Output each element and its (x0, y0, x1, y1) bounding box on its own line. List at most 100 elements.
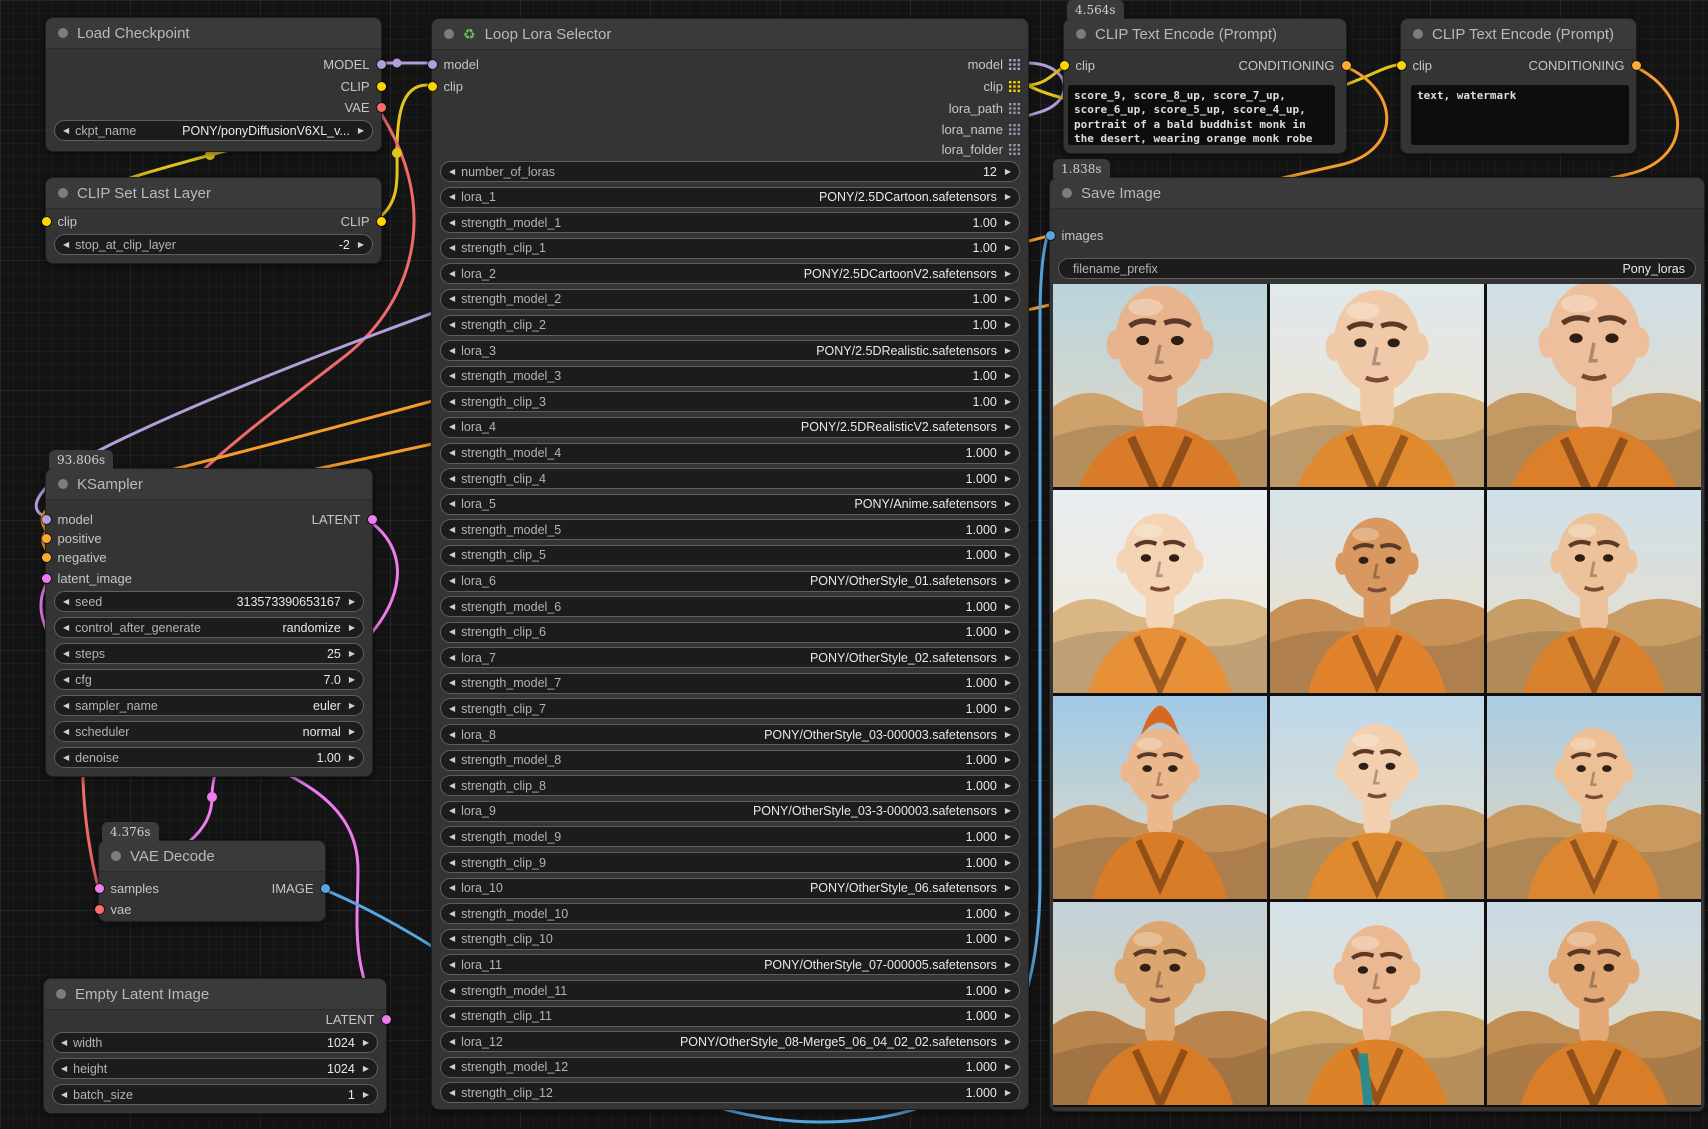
decrement-arrow-icon[interactable]: ◀ (449, 551, 455, 559)
node-vae-decode[interactable]: 4.376s VAE Decode samples vae IMAGE (98, 840, 326, 922)
widget-strength_clip_6[interactable]: ◀strength_clip_61.000▶ (440, 622, 1020, 643)
node-load-checkpoint[interactable]: Load Checkpoint MODEL CLIP VAE ◀ckpt_nam… (45, 17, 382, 152)
increment-arrow-icon[interactable]: ▶ (1005, 833, 1011, 841)
widget-lora_9[interactable]: ◀lora_9PONY/OtherStyle_03-3-000003.safet… (440, 801, 1020, 822)
collapse-dot-icon[interactable] (58, 479, 68, 489)
node-title-bar[interactable]: VAE Decode (99, 841, 325, 872)
decrement-arrow-icon[interactable]: ◀ (449, 1038, 455, 1046)
slot-dot-image[interactable] (1046, 231, 1055, 240)
decrement-arrow-icon[interactable]: ◀ (61, 1039, 67, 1047)
widget-strength_clip_2[interactable]: ◀strength_clip_21.00▶ (440, 315, 1020, 336)
slot-dot-clip[interactable] (42, 217, 51, 226)
increment-arrow-icon[interactable]: ▶ (1005, 551, 1011, 559)
input-slot-clip[interactable]: clip (1401, 56, 1432, 74)
node-ksampler[interactable]: 93.806s KSampler model positive negative… (45, 468, 373, 777)
decrement-arrow-icon[interactable]: ◀ (449, 935, 455, 943)
widget-strength_model_1[interactable]: ◀strength_model_11.00▶ (440, 212, 1020, 233)
output-slot-vae[interactable]: VAE (344, 98, 381, 116)
widget-number_of_loras[interactable]: ◀number_of_loras12▶ (440, 161, 1020, 182)
preview-image[interactable] (1270, 902, 1484, 1105)
node-empty-latent-image[interactable]: Empty Latent Image LATENT ◀width1024▶◀he… (43, 978, 387, 1114)
decrement-arrow-icon[interactable]: ◀ (449, 1012, 455, 1020)
widget-lora_3[interactable]: ◀lora_3PONY/2.5DRealistic.safetensors▶ (440, 340, 1020, 361)
slot-dot-model[interactable] (42, 515, 51, 524)
increment-arrow-icon[interactable]: ▶ (1005, 731, 1011, 739)
widget-ckpt_name[interactable]: ◀ckpt_namePONY/ponyDiffusionV6XL_v...▶ (54, 120, 373, 141)
widget-steps[interactable]: ◀steps25▶ (54, 643, 364, 664)
slot-dot-latent[interactable] (368, 515, 377, 524)
preview-image[interactable] (1270, 696, 1484, 899)
widget-height[interactable]: ◀height1024▶ (52, 1058, 378, 1079)
increment-arrow-icon[interactable]: ▶ (1005, 705, 1011, 713)
widget-width[interactable]: ◀width1024▶ (52, 1032, 378, 1053)
increment-arrow-icon[interactable]: ▶ (1005, 910, 1011, 918)
node-title-bar[interactable]: CLIP Text Encode (Prompt) (1064, 19, 1346, 50)
decrement-arrow-icon[interactable]: ◀ (449, 321, 455, 329)
slot-dot-model[interactable] (428, 60, 437, 69)
widget-strength_model_9[interactable]: ◀strength_model_91.000▶ (440, 826, 1020, 847)
node-title-bar[interactable]: ♻ Loop Lora Selector (432, 19, 1028, 50)
decrement-arrow-icon[interactable]: ◀ (449, 628, 455, 636)
decrement-arrow-icon[interactable]: ◀ (449, 859, 455, 867)
decrement-arrow-icon[interactable]: ◀ (449, 372, 455, 380)
increment-arrow-icon[interactable]: ▶ (1005, 654, 1011, 662)
widget-denoise[interactable]: ◀denoise1.00▶ (54, 747, 364, 768)
increment-arrow-icon[interactable]: ▶ (358, 241, 364, 249)
decrement-arrow-icon[interactable]: ◀ (449, 1089, 455, 1097)
decrement-arrow-icon[interactable]: ◀ (449, 398, 455, 406)
widget-sampler_name[interactable]: ◀sampler_nameeuler▶ (54, 695, 364, 716)
widget-strength_clip_10[interactable]: ◀strength_clip_101.000▶ (440, 929, 1020, 950)
increment-arrow-icon[interactable]: ▶ (363, 1065, 369, 1073)
input-slot-clip[interactable]: clip (1064, 56, 1095, 74)
increment-arrow-icon[interactable]: ▶ (1005, 987, 1011, 995)
preview-image[interactable] (1053, 696, 1267, 899)
input-slot-positive[interactable]: positive (46, 529, 102, 547)
increment-arrow-icon[interactable]: ▶ (1005, 244, 1011, 252)
input-slot-model[interactable]: model (46, 510, 93, 528)
widget-lora_7[interactable]: ◀lora_7PONY/OtherStyle_02.safetensors▶ (440, 647, 1020, 668)
increment-arrow-icon[interactable]: ▶ (1005, 884, 1011, 892)
input-slot-clip[interactable]: clip (46, 212, 77, 230)
decrement-arrow-icon[interactable]: ◀ (63, 598, 69, 606)
increment-arrow-icon[interactable]: ▶ (1005, 423, 1011, 431)
decrement-arrow-icon[interactable]: ◀ (449, 756, 455, 764)
widget-strength_clip_8[interactable]: ◀strength_clip_81.000▶ (440, 775, 1020, 796)
widget-control_after_generate[interactable]: ◀control_after_generaterandomize▶ (54, 617, 364, 638)
decrement-arrow-icon[interactable]: ◀ (61, 1065, 67, 1073)
collapse-dot-icon[interactable] (444, 29, 454, 39)
increment-arrow-icon[interactable]: ▶ (1005, 295, 1011, 303)
decrement-arrow-icon[interactable]: ◀ (449, 347, 455, 355)
decrement-arrow-icon[interactable]: ◀ (449, 193, 455, 201)
input-slot-vae[interactable]: vae (99, 900, 131, 918)
increment-arrow-icon[interactable]: ▶ (1005, 321, 1011, 329)
node-title-bar[interactable]: CLIP Text Encode (Prompt) (1401, 19, 1636, 50)
widget-strength_model_4[interactable]: ◀strength_model_41.000▶ (440, 443, 1020, 464)
increment-arrow-icon[interactable]: ▶ (349, 624, 355, 632)
decrement-arrow-icon[interactable]: ◀ (63, 702, 69, 710)
increment-arrow-icon[interactable]: ▶ (1005, 1063, 1011, 1071)
decrement-arrow-icon[interactable]: ◀ (61, 1091, 67, 1099)
increment-arrow-icon[interactable]: ▶ (1005, 449, 1011, 457)
increment-arrow-icon[interactable]: ▶ (363, 1091, 369, 1099)
decrement-arrow-icon[interactable]: ◀ (63, 127, 69, 135)
widget-lora_4[interactable]: ◀lora_4PONY/2.5DRealisticV2.safetensors▶ (440, 417, 1020, 438)
decrement-arrow-icon[interactable]: ◀ (449, 295, 455, 303)
widget-scheduler[interactable]: ◀schedulernormal▶ (54, 721, 364, 742)
slot-dot-image[interactable] (321, 884, 330, 893)
node-clip-text-encode-negative[interactable]: CLIP Text Encode (Prompt) clip CONDITION… (1400, 18, 1637, 154)
increment-arrow-icon[interactable]: ▶ (1005, 500, 1011, 508)
collapse-dot-icon[interactable] (58, 188, 68, 198)
output-slot-model[interactable]: MODEL (323, 55, 381, 73)
widget-strength_model_11[interactable]: ◀strength_model_111.000▶ (440, 980, 1020, 1001)
widget-strength_clip_5[interactable]: ◀strength_clip_51.000▶ (440, 545, 1020, 566)
increment-arrow-icon[interactable]: ▶ (1005, 782, 1011, 790)
output-slot-lora-path[interactable]: lora_path (949, 99, 1028, 117)
input-slot-negative[interactable]: negative (46, 548, 107, 566)
node-clip-set-last-layer[interactable]: CLIP Set Last Layer clip CLIP ◀stop_at_c… (45, 177, 382, 264)
widget-strength_clip_12[interactable]: ◀strength_clip_121.000▶ (440, 1082, 1020, 1103)
decrement-arrow-icon[interactable]: ◀ (449, 1063, 455, 1071)
widget-strength_clip_7[interactable]: ◀strength_clip_71.000▶ (440, 698, 1020, 719)
increment-arrow-icon[interactable]: ▶ (1005, 1012, 1011, 1020)
decrement-arrow-icon[interactable]: ◀ (449, 884, 455, 892)
increment-arrow-icon[interactable]: ▶ (349, 728, 355, 736)
